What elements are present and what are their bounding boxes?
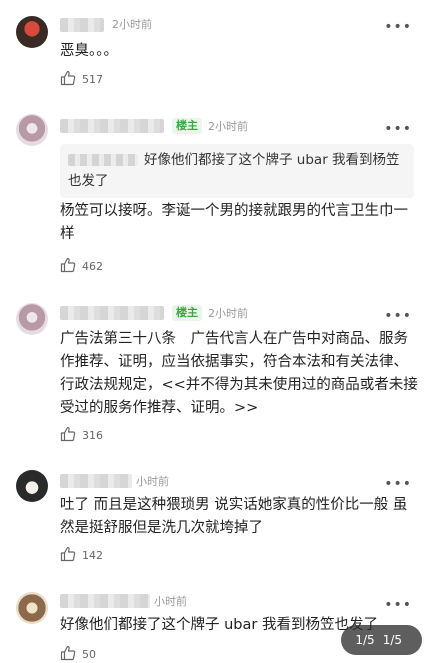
quoted-reply[interactable]: 好像他们都接了这个牌子 ubar 我看到杨笠也发了 [60,144,414,198]
like-count: 316 [82,429,103,442]
username[interactable] [60,306,164,320]
more-options-icon[interactable]: ••• [384,598,412,612]
more-options-icon[interactable]: ••• [384,477,412,491]
comment-time: 小时前 [154,595,187,608]
username[interactable] [60,18,104,32]
like-count: 517 [82,73,103,86]
username[interactable] [60,594,150,608]
avatar[interactable] [16,114,48,146]
more-options-icon[interactable]: ••• [384,20,412,34]
page-indicator-b: 1/5 [382,633,402,647]
op-badge: 楼主 [172,305,202,321]
avatar[interactable] [16,470,48,502]
thumbs-up-icon [60,426,76,442]
username[interactable] [60,119,164,133]
like-count: 142 [82,549,103,562]
comment-text: 广告法第三十八条 广告代言人在广告中对商品、服务作推荐、证明，应当依据事实，符合… [60,331,418,416]
username[interactable] [60,474,132,488]
like-button[interactable]: 142 [60,546,103,564]
op-badge: 楼主 [172,118,202,134]
like-button[interactable]: 50 [60,645,96,663]
comment-text: 杨笠可以接呀。李诞一个男的接就跟男的代言卫生巾一样 [60,203,408,242]
quoted-username [68,154,138,166]
comment-text: 恶臭。。。 [60,43,118,59]
more-options-icon[interactable]: ••• [384,122,412,136]
like-count: 50 [82,648,96,661]
comment-time: 小时前 [136,475,169,488]
thumbs-up-icon [60,645,76,661]
like-button[interactable]: 462 [60,257,103,275]
avatar[interactable] [16,592,48,624]
thumbs-up-icon [60,257,76,273]
like-button[interactable]: 316 [60,426,103,444]
thumbs-up-icon [60,70,76,86]
page-indicator-a: 1/5 [355,633,375,647]
avatar[interactable] [16,303,48,335]
avatar[interactable] [16,16,48,48]
comment-time: 2小时前 [112,18,152,31]
like-count: 462 [82,260,103,273]
comment-time: 2小时前 [208,120,248,133]
comment-time: 2小时前 [208,307,248,320]
page-indicator[interactable]: 1/5 1/5 [341,625,422,655]
like-button[interactable]: 517 [60,70,103,88]
more-options-icon[interactable]: ••• [384,309,412,323]
comment-text: 吐了 而且是这种猥琐男 说实话她家真的性价比一般 虽然是挺舒服但是洗几次就垮掉了 [60,497,408,536]
thumbs-up-icon [60,546,76,562]
